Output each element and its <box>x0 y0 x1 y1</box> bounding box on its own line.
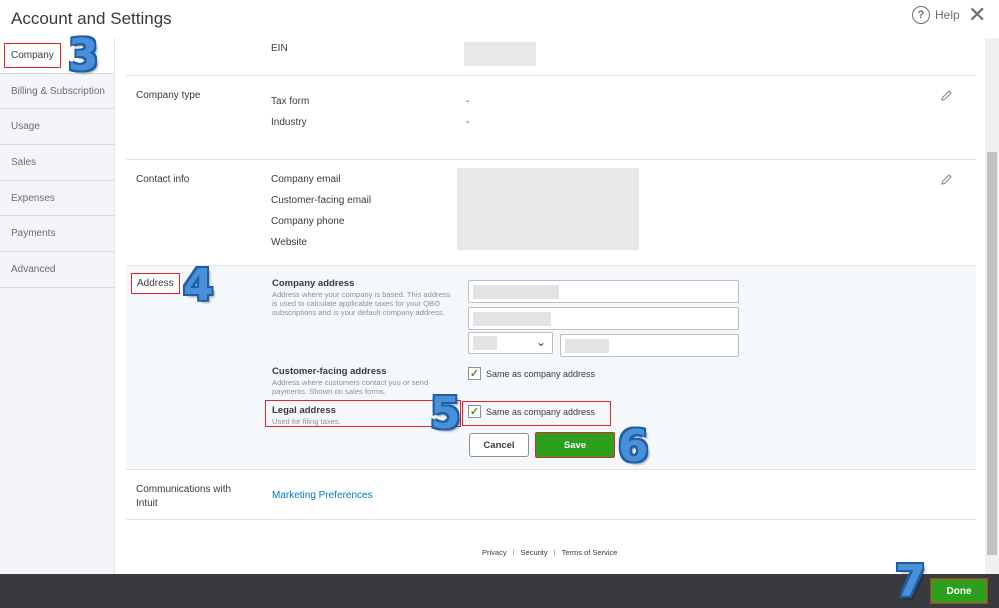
customer-same-label: Same as company address <box>486 369 596 379</box>
company-type-section: Company type Tax form - Industry - <box>126 76 976 160</box>
footer-separator: | <box>553 548 556 557</box>
chevron-down-icon: ⌄ <box>535 335 546 349</box>
settings-main: EIN Company type Tax form - Industry - C… <box>115 38 985 574</box>
company-email-label: Company email <box>271 174 341 185</box>
step-7-annotation: 7 <box>895 556 926 607</box>
tax-form-label: Tax form <box>271 96 310 107</box>
website-label: Website <box>271 237 307 248</box>
cancel-button[interactable]: Cancel <box>469 433 529 457</box>
state-value-redacted <box>473 336 497 350</box>
address-line2-input[interactable] <box>468 307 739 330</box>
legal-same-label: Same as company address <box>486 407 596 417</box>
contact-info-label: Contact info <box>136 174 190 185</box>
sidebar-item-label: Billing & Subscription <box>11 85 105 97</box>
step-3-annotation: 3 <box>68 30 99 81</box>
help-icon: ? <box>912 6 930 24</box>
sidebar-item-usage[interactable]: Usage <box>0 109 114 146</box>
terms-link[interactable]: Terms of Service <box>562 548 618 557</box>
sidebar-item-sales[interactable]: Sales <box>0 145 114 181</box>
line2-value-redacted <box>473 312 551 326</box>
sidebar-item-label: Expenses <box>11 192 55 204</box>
settings-sidebar: Company Billing & Subscription Usage Sal… <box>0 38 115 574</box>
page-title: Account and Settings <box>11 9 172 28</box>
footer-separator: | <box>512 548 515 557</box>
security-link[interactable]: Security <box>521 548 548 557</box>
legal-same-checkbox[interactable]: ✓ <box>468 405 481 418</box>
sidebar-item-advanced[interactable]: Advanced <box>0 252 114 288</box>
address-section-label: Address <box>131 273 180 294</box>
customer-same-checkbox[interactable]: ✓ <box>468 367 481 380</box>
pencil-icon[interactable] <box>940 89 953 102</box>
step-4-annotation: 4 <box>183 260 214 311</box>
pencil-icon[interactable] <box>940 173 953 186</box>
company-address-label: Company address <box>272 278 355 289</box>
help-label: Help <box>935 8 960 22</box>
contact-info-section: Contact info Company email Customer-faci… <box>126 160 976 266</box>
customer-address-label: Customer-facing address <box>272 366 387 377</box>
sidebar-item-label: Advanced <box>11 263 56 275</box>
save-button[interactable]: Save <box>535 432 615 458</box>
close-icon[interactable]: ✕ <box>968 4 986 26</box>
step-5-annotation: 5 <box>430 388 461 439</box>
contact-values-redacted <box>457 168 639 250</box>
footer-links: Privacy | Security | Terms of Service <box>482 548 617 557</box>
sidebar-item-label: Usage <box>11 121 40 133</box>
industry-value: - <box>466 117 470 128</box>
zip-value-redacted <box>565 339 609 353</box>
ein-label: EIN <box>271 43 288 54</box>
marketing-preferences-link[interactable]: Marketing Preferences <box>272 490 373 501</box>
help-link[interactable]: ? Help <box>912 6 960 24</box>
sidebar-item-label: Payments <box>11 228 56 240</box>
legal-address-label: Legal address <box>272 405 336 416</box>
done-button[interactable]: Done <box>930 578 988 604</box>
privacy-link[interactable]: Privacy <box>482 548 507 557</box>
street-address-input[interactable] <box>468 280 739 303</box>
company-type-label: Company type <box>136 90 201 101</box>
customer-email-label: Customer-facing email <box>271 195 372 206</box>
bottom-bar <box>0 574 999 608</box>
state-select[interactable]: ⌄ <box>468 332 553 354</box>
sidebar-item-expenses[interactable]: Expenses <box>0 180 114 217</box>
ein-value-redacted <box>464 42 536 66</box>
ein-section: EIN <box>126 38 976 76</box>
industry-label: Industry <box>271 117 307 128</box>
communications-section: Communications with Intuit Marketing Pre… <box>126 470 976 520</box>
zip-code-input[interactable] <box>560 334 739 357</box>
street-value-redacted <box>473 285 559 299</box>
company-phone-label: Company phone <box>271 216 345 227</box>
communications-label: Communications with Intuit <box>136 484 232 509</box>
sidebar-item-label: Company <box>4 42 61 68</box>
step-6-annotation: 6 <box>618 421 649 472</box>
company-address-desc: Address where your company is based. Thi… <box>272 290 451 317</box>
scrollbar-thumb[interactable] <box>987 152 997 555</box>
sidebar-item-payments[interactable]: Payments <box>0 216 114 253</box>
sidebar-item-label: Sales <box>11 156 37 168</box>
dialog-header: Account and Settings ? Help ✕ <box>0 0 999 38</box>
tax-form-value: - <box>466 96 470 107</box>
